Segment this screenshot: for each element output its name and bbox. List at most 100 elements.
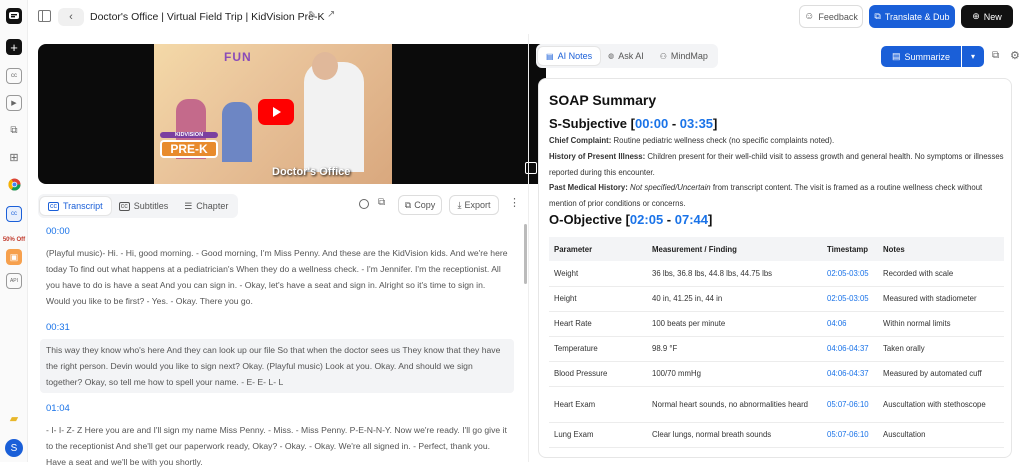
page-title: Doctor's Office | Virtual Field Trip | K… <box>90 11 325 23</box>
pmh-emphasis: Not specified/Uncertain <box>627 183 711 192</box>
objective-start[interactable]: 02:05 <box>630 212 663 227</box>
sidebar-toggle-icon[interactable] <box>38 10 51 22</box>
transcript-paragraph[interactable]: (Playful music)- Hi. - Hi, good morning.… <box>46 245 508 309</box>
new-plus-icon[interactable]: + <box>6 39 22 55</box>
plus-circle-icon: ⊕ <box>972 11 980 21</box>
new-button[interactable]: ⊕ New <box>961 5 1013 28</box>
chief-complaint-label: Chief Complaint: <box>549 136 612 145</box>
settings-icon[interactable]: ⚙ <box>1010 49 1020 62</box>
parameter-cell: Lung Exam <box>549 422 647 448</box>
subjective-close: ] <box>713 116 718 131</box>
parameter-cell: Blood Pressure <box>549 361 647 387</box>
edit-icon[interactable]: ✎ <box>308 10 316 21</box>
parameter-cell: Heart Exam <box>549 386 647 423</box>
finding-cell: Normal heart sounds, no abnormalities he… <box>647 386 822 423</box>
video-player[interactable]: FUN KIDVISION PRE-K Doctor's Office <box>38 44 546 184</box>
parameter-cell: Height <box>549 286 647 312</box>
subjective-start[interactable]: 00:00 <box>635 116 668 131</box>
notes-icon: ▤ <box>546 51 554 61</box>
kidvision-logo: KIDVISION PRE-K <box>160 132 218 166</box>
tab-ai-notes[interactable]: ▤ AI Notes <box>538 47 601 65</box>
folder-icon[interactable]: ▰ <box>6 410 22 426</box>
play-icon[interactable]: ▶ <box>6 95 22 111</box>
objective-end[interactable]: 07:44 <box>675 212 708 227</box>
copy-button[interactable]: ⧉ Copy <box>398 195 442 215</box>
back-button[interactable]: ‹ <box>58 8 84 26</box>
translate-icon[interactable]: ⧉ <box>6 122 22 138</box>
tab-chapter[interactable]: ☰ Chapter <box>176 197 236 216</box>
transcript-timestamp[interactable]: 00:00 <box>46 226 70 237</box>
chief-complaint-text: Routine pediatric wellness check (no spe… <box>611 136 835 145</box>
timestamp-cell[interactable]: 05:07-06:10 <box>822 386 878 423</box>
summarize-button[interactable]: ▤ Summarize <box>881 46 961 67</box>
objective-heading: O-Objective [02:05 - 07:44] <box>549 212 712 227</box>
chrome-icon[interactable] <box>6 176 22 192</box>
soap-title: SOAP Summary <box>549 92 657 108</box>
notes-cell: Auscultation <box>878 422 1004 448</box>
avatar[interactable]: S <box>5 439 23 457</box>
summarize-dropdown-icon[interactable]: ▾ <box>962 46 984 67</box>
timestamp-cell[interactable]: 02:05-03:05 <box>822 261 878 287</box>
prek-logo: PRE-K <box>160 140 218 158</box>
finding-cell: 100/70 mmHg <box>647 361 822 387</box>
transcript-paragraph[interactable]: - I- I- Z- Z Here you are and I'll sign … <box>46 422 508 470</box>
video-caption: Doctor's Office <box>272 166 351 178</box>
timestamp-cell[interactable]: 04:06-04:37 <box>822 361 878 387</box>
translate-icon: ⧉ <box>874 11 881 21</box>
tab-transcript[interactable]: cc Transcript <box>40 197 111 215</box>
tab-mindmap[interactable]: ⚇ MindMap <box>652 47 716 65</box>
finding-cell: 98.9 °F <box>647 336 822 362</box>
transcript-timestamp[interactable]: 01:04 <box>46 403 70 414</box>
finding-cell: 40 in, 41.25 in, 44 in <box>647 286 822 312</box>
timestamp-cell[interactable]: 04:06 <box>822 311 878 337</box>
app-logo-icon[interactable] <box>6 8 22 24</box>
table-row: Temperature 98.9 °F 04:06-04:37 Taken orall… <box>549 336 1004 362</box>
doctor-figure <box>304 62 364 172</box>
tab-ask-ai[interactable]: ◍ Ask AI <box>600 47 652 65</box>
translate-notes-icon[interactable]: ⧉ <box>992 50 999 61</box>
more-options-icon[interactable]: ⋮ <box>509 196 520 209</box>
api-icon[interactable]: API <box>6 273 22 289</box>
subtitles-icon: cc <box>118 201 130 211</box>
subjective-end[interactable]: 03:35 <box>680 116 713 131</box>
transcript-timestamp[interactable]: 00:31 <box>46 322 70 333</box>
promo-badge[interactable]: 50% Off <box>1 237 27 243</box>
export-button[interactable]: ⤓ Export <box>449 195 499 215</box>
translate-dub-label: Translate & Dub <box>884 11 950 22</box>
objective-sep: - <box>663 212 675 227</box>
search-icon[interactable] <box>359 199 369 209</box>
captions-icon[interactable]: cc <box>6 68 22 84</box>
tab-mindmap-label: MindMap <box>670 51 708 61</box>
timestamp-cell[interactable]: 04:06-04:37 <box>822 336 878 362</box>
subjective-sep: - <box>668 116 680 131</box>
notes-cell: Measured by automated cuff <box>878 361 1004 387</box>
translate-dub-button[interactable]: ⧉ Translate & Dub <box>869 5 955 28</box>
doctor-head <box>312 52 338 80</box>
objective-table: Parameter Measurement / Finding Timestam… <box>549 237 1004 448</box>
kidvision-brand: KIDVISION <box>160 132 218 138</box>
transcript-paragraph[interactable]: This way they know who's here And they c… <box>40 339 514 393</box>
timestamp-cell[interactable]: 05:07-06:10 <box>822 422 878 448</box>
export-label: Export <box>464 200 491 210</box>
timestamp-cell[interactable]: 02:05-03:05 <box>822 286 878 312</box>
mindmap-icon: ⚇ <box>659 51 667 61</box>
tab-ai-notes-label: AI Notes <box>557 51 593 61</box>
feedback-button[interactable]: ☺ Feedback <box>799 5 863 28</box>
apps-grid-icon[interactable]: ⊞ <box>6 149 22 165</box>
child-figure-2 <box>222 102 252 162</box>
parameter-cell: Weight <box>549 261 647 287</box>
table-row: Blood Pressure 100/70 mmHg 04:06-04:37 Meas… <box>549 361 1004 387</box>
translate-transcript-icon[interactable]: ⧉ <box>378 197 385 208</box>
objective-label: O-Objective [ <box>549 212 630 227</box>
gift-icon[interactable]: ▣ <box>6 249 22 265</box>
left-panel: FUN KIDVISION PRE-K Doctor's Office cc Tr… <box>28 34 546 467</box>
external-link-icon[interactable]: ↗ <box>327 9 335 20</box>
notes-cell: Measured with stadiometer <box>878 286 1004 312</box>
scrollbar[interactable] <box>524 224 527 284</box>
notes-cell: Recorded with scale <box>878 261 1004 287</box>
left-rail: + cc ▶ ⧉ ⊞ cc 50% Off ▣ API ▰ S <box>0 0 28 462</box>
transcript-nav-icon[interactable]: cc <box>6 206 22 222</box>
tab-subtitles[interactable]: cc Subtitles <box>111 197 177 215</box>
top-bar: ‹ Doctor's Office | Virtual Field Trip |… <box>28 0 1024 34</box>
play-button[interactable] <box>258 99 294 125</box>
